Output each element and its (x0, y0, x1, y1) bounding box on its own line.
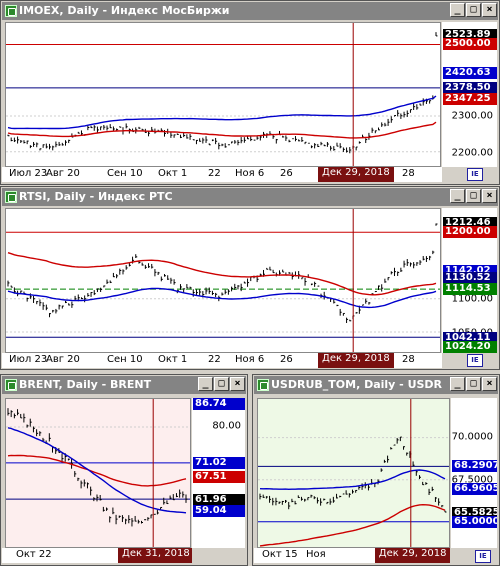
time-tick-label: Окт 1 (158, 168, 188, 179)
time-tick-label: 28 (402, 168, 415, 179)
window-title: RTSI, Daily - Индекс РТС (19, 190, 173, 203)
price-label: 2500.00 (443, 37, 497, 50)
price-tick-label: 80.00 (212, 420, 241, 432)
price-label: 71.02 (193, 456, 245, 469)
minimize-button[interactable]: _ (198, 377, 213, 391)
chart-window-brent[interactable]: BRENT, Daily - BRENT _ □ × 80.00 86.74 71.02… (0, 374, 248, 566)
price-label: 1114.53 (443, 283, 497, 296)
price-label: 66.9605 (452, 483, 497, 495)
chart-canvas[interactable] (6, 209, 440, 352)
price-label: 61.96 (193, 493, 245, 506)
window-title: IMOEX, Daily - Индекс МосБиржи (19, 4, 230, 17)
chart-canvas[interactable] (6, 399, 190, 547)
window-buttons: _ □ × (449, 189, 497, 203)
moving-average-line (7, 95, 437, 130)
price-tick-label: 2300.00 (451, 110, 493, 122)
minimize-button[interactable]: _ (450, 189, 465, 203)
time-axis: Окт 22 Дек 31, 2018 (2, 548, 192, 563)
time-axis: Июл 23 Авг 20 Сен 10 Окт 1 22 Ноя 6 26 28 Дек 29… (2, 167, 442, 182)
time-tick-label: Ноя 6 (235, 354, 265, 365)
chart-window-icon (5, 379, 17, 391)
time-tick-label: 22 (208, 354, 221, 365)
price-label: 1200.00 (443, 225, 497, 238)
price-label: 67.51 (193, 471, 245, 483)
maximize-button[interactable]: □ (466, 189, 481, 203)
chart-window-icon (5, 5, 17, 17)
chart-window-icon (5, 191, 17, 203)
time-tick-label: Июл 23 (9, 354, 48, 365)
price-label: 86.74 (193, 398, 245, 410)
crosshair-date-label: Дек 29, 2018 (374, 548, 450, 563)
time-tick-label: Сен 10 (107, 168, 143, 179)
time-tick-label: Авг 20 (46, 354, 80, 365)
time-tick-label: Окт 1 (158, 354, 188, 365)
time-tick-label: 22 (208, 168, 221, 179)
crosshair-date-label: Дек 29, 2018 (318, 353, 394, 368)
moving-average-line (7, 252, 437, 296)
maximize-button[interactable]: □ (214, 377, 229, 391)
minimize-button[interactable]: _ (450, 3, 465, 17)
time-tick-label: Сен 10 (107, 354, 143, 365)
title-bar[interactable]: RTSI, Daily - Индекс РТС (2, 188, 498, 206)
time-tick-label: Июл 23 (9, 168, 48, 179)
time-axis: Июл 23 Авг 20 Сен 10 Окт 1 22 Ноя 6 26 28 Дек 29… (2, 353, 442, 368)
price-label: 2378.50 (443, 81, 497, 94)
price-label: 59.04 (193, 505, 245, 518)
chart-canvas[interactable] (6, 23, 440, 166)
chart-window-imoex[interactable]: IMOEX, Daily - Индекс МосБиржи _ □ × 2300.… (0, 0, 500, 185)
chart-window-icon (257, 379, 269, 391)
close-button[interactable]: × (482, 189, 497, 203)
price-scale[interactable]: 1100.001050.001212.461200.001142.021130.… (442, 208, 497, 353)
chart-canvas[interactable] (258, 399, 449, 547)
time-tick-label: Окт 22 (16, 549, 52, 560)
time-axis: Окт 15Ноянв 28Дек 29, 2018 (254, 548, 450, 563)
price-label: 68.2907 (452, 460, 497, 473)
maximize-button[interactable]: □ (466, 377, 481, 391)
price-scale[interactable]: 2300.00 2200.00 2523.89 2500.00 2420.63 2378.… (442, 22, 497, 167)
time-tick-label: Ноя (306, 549, 326, 560)
chart-window-usdrub[interactable]: USDRUB_TOM, Daily - USDR _ □ × 70.0000 67.5… (252, 374, 500, 566)
window-buttons: _ □ × (449, 377, 497, 391)
price-label: 2347.25 (443, 93, 497, 106)
moving-average-line (259, 503, 446, 547)
price-scale[interactable]: 80.00 86.74 71.02 67.51 61.96 59.04 (192, 398, 245, 548)
time-tick-label: Окт 15 (262, 549, 298, 560)
moving-average-line (7, 454, 187, 487)
chart-window-rtsi[interactable]: RTSI, Daily - Индекс РТС _□× 1100.001050… (0, 186, 500, 370)
maximize-button[interactable]: □ (466, 3, 481, 17)
chart-settings-icon[interactable]: IE (467, 354, 483, 367)
close-button[interactable]: × (482, 3, 497, 17)
close-button[interactable]: × (482, 377, 497, 391)
price-scale[interactable]: 70.0000 67.5000 68.2907 66.9605 65.5825 65.00… (451, 398, 497, 548)
minimize-button[interactable]: _ (450, 377, 465, 391)
window-buttons: _ □ × (449, 3, 497, 17)
title-bar[interactable]: IMOEX, Daily - Индекс МосБиржи (2, 2, 498, 20)
time-tick-label: 26 (280, 168, 293, 179)
price-chart-pane[interactable] (5, 208, 441, 353)
price-label: 65.0000 (452, 516, 497, 529)
time-tick-label: Авг 20 (46, 168, 80, 179)
crosshair-date-label: Дек 29, 2018 (318, 167, 394, 182)
price-chart-pane[interactable] (5, 22, 441, 167)
price-chart-pane[interactable] (257, 398, 450, 548)
chart-settings-icon[interactable]: IE (467, 168, 483, 181)
price-label: 1024.20 (443, 341, 497, 353)
window-buttons: _ □ × (197, 377, 245, 391)
chart-settings-icon[interactable]: IE (475, 550, 491, 563)
price-chart-pane[interactable] (5, 398, 191, 548)
price-tick-label: 2200.00 (451, 147, 493, 158)
time-tick-label: 28 (402, 354, 415, 365)
price-label: 2420.63 (443, 66, 497, 79)
crosshair-date-label: Дек 31, 2018 (118, 548, 192, 563)
window-title: BRENT, Daily - BRENT (19, 378, 152, 391)
time-tick-label: 26 (280, 354, 293, 365)
price-tick-label: 70.0000 (451, 431, 493, 443)
time-tick-label: Ноя 6 (235, 168, 265, 179)
close-button[interactable]: × (230, 377, 245, 391)
window-title: USDRUB_TOM, Daily - USDR (271, 378, 443, 391)
